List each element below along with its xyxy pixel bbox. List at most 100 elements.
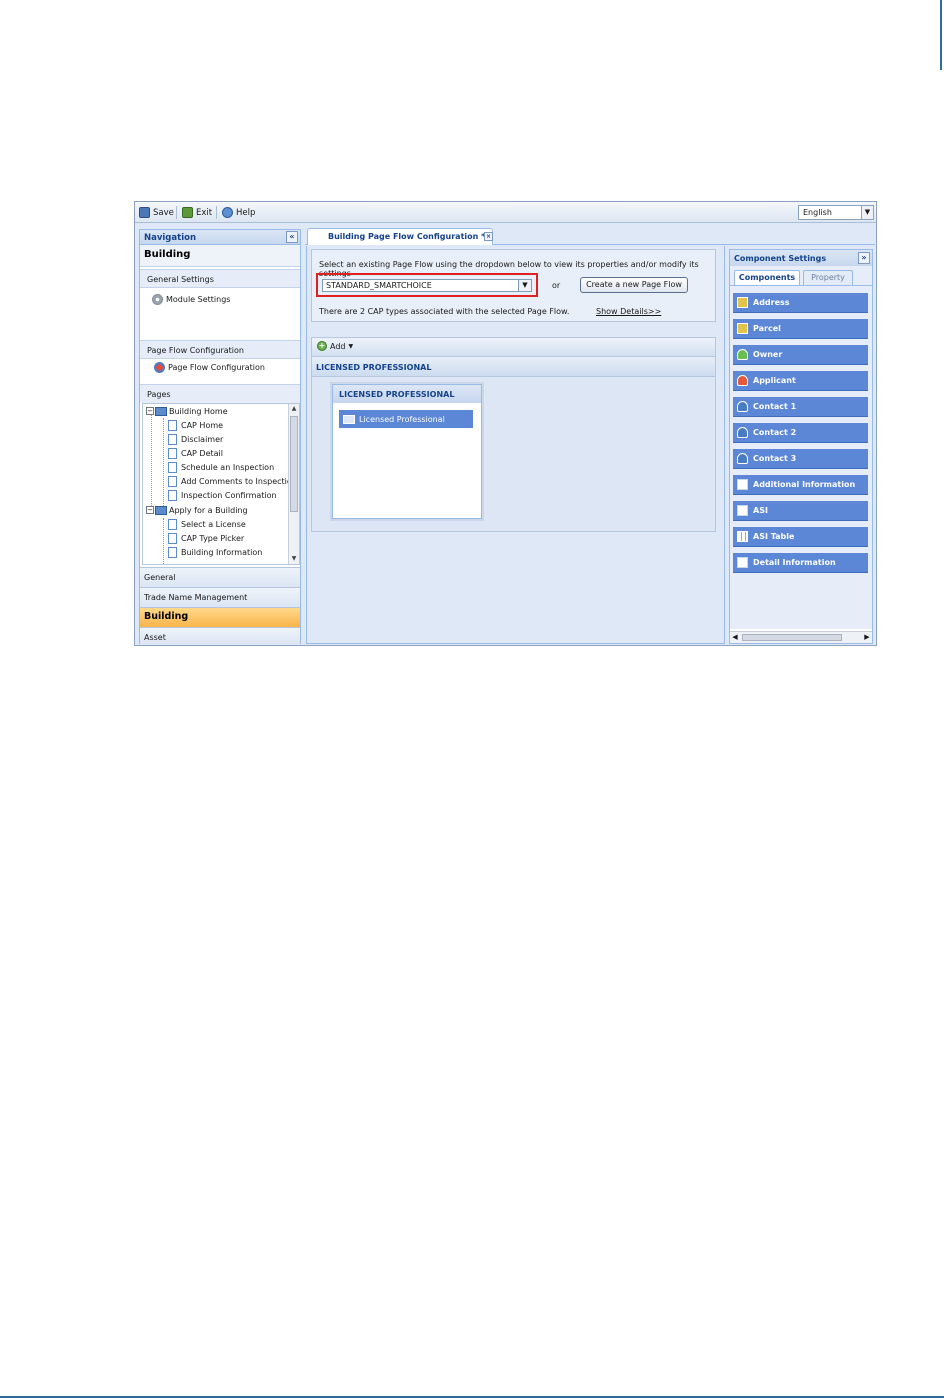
contact-icon xyxy=(737,427,748,438)
pages-section[interactable]: Pages xyxy=(140,384,300,403)
page-flow-configuration-label: Page Flow Configuration xyxy=(168,363,265,372)
tree-label: Select a License xyxy=(181,519,246,529)
tree-label: Disclaimer xyxy=(181,434,224,444)
tab-building-page-flow-configuration[interactable]: Building Page Flow Configuration * × xyxy=(307,228,493,245)
navigation-header: Navigation « xyxy=(140,230,300,245)
tree-scrollbar[interactable]: ▲ ▼ xyxy=(288,404,299,564)
scroll-right-icon[interactable]: ▶ xyxy=(862,632,872,643)
language-value: English xyxy=(803,208,832,217)
chevron-down-icon[interactable]: ▼ xyxy=(518,280,531,291)
page-flow-value: STANDARD_SMARTCHOICE xyxy=(326,281,432,290)
licensed-professional-icon xyxy=(343,414,355,424)
collapse-left-icon[interactable]: « xyxy=(286,231,298,243)
component-owner[interactable]: Owner xyxy=(733,345,868,365)
document-icon xyxy=(737,557,748,568)
scroll-up-icon[interactable]: ▲ xyxy=(289,404,299,414)
exit-icon xyxy=(182,207,193,218)
module-settings-item[interactable]: Module Settings xyxy=(152,294,230,305)
contact-icon xyxy=(737,453,748,464)
licensed-professional-component[interactable]: Licensed Professional xyxy=(339,410,473,428)
component-contact-1[interactable]: Contact 1 xyxy=(733,397,868,417)
save-button[interactable]: Save xyxy=(139,205,174,220)
tree-item-building-information[interactable]: Building Information xyxy=(168,545,262,559)
component-applicant[interactable]: Applicant xyxy=(733,371,868,391)
tree-item-disclaimer[interactable]: Disclaimer xyxy=(168,432,223,446)
pages-tree: − Building Home CAP Home Disclaimer CAP … xyxy=(142,403,300,565)
chevron-down-icon[interactable]: ▼ xyxy=(861,206,873,219)
show-details-link[interactable]: Show Details>> xyxy=(596,307,661,316)
or-text: or xyxy=(552,281,561,290)
component-additional-information[interactable]: Additional Information xyxy=(733,475,868,495)
component-settings-header: Component Settings » xyxy=(730,250,872,266)
component-contact-3[interactable]: Contact 3 xyxy=(733,449,868,469)
collapse-node-icon[interactable]: − xyxy=(146,506,154,514)
tree-connector xyxy=(151,414,152,514)
toolbar-separator xyxy=(216,206,217,219)
help-label: Help xyxy=(236,207,256,218)
tree-folder-apply-building[interactable]: − Apply for a Building xyxy=(146,503,248,517)
accordion-building[interactable]: Building xyxy=(140,607,300,627)
horizontal-scrollbar[interactable]: ◀ ▶ xyxy=(730,631,872,643)
chevron-down-icon: ▼ xyxy=(348,342,354,350)
component-parcel[interactable]: Parcel xyxy=(733,319,868,339)
component-asi[interactable]: ASI xyxy=(733,501,868,521)
tree-connector xyxy=(163,418,164,506)
page-flow-configuration-item[interactable]: Page Flow Configuration xyxy=(154,362,265,373)
accordion-trade-name-management[interactable]: Trade Name Management xyxy=(140,587,300,607)
tab-property[interactable]: Property xyxy=(803,270,853,285)
exit-button[interactable]: Exit xyxy=(182,205,212,220)
component-label: Detail Information xyxy=(753,558,836,567)
language-select[interactable]: English ▼ xyxy=(798,205,874,220)
accordion-asset[interactable]: Asset xyxy=(140,627,300,644)
close-icon[interactable]: × xyxy=(484,232,493,241)
expand-right-icon[interactable]: » xyxy=(858,252,870,264)
contact-icon xyxy=(737,401,748,412)
create-page-flow-button[interactable]: Create a new Page Flow xyxy=(580,277,688,293)
tab-components[interactable]: Components xyxy=(734,270,800,285)
page-icon xyxy=(168,546,177,558)
component-label: Additional Information xyxy=(753,480,856,489)
help-button[interactable]: Help xyxy=(222,205,255,220)
tree-folder-building-home[interactable]: − Building Home xyxy=(146,404,228,418)
tree-label: Add Comments to Inspection xyxy=(181,476,297,486)
page-flow-configuration-section[interactable]: Page Flow Configuration xyxy=(140,340,300,359)
add-label: Add xyxy=(330,341,346,351)
add-button[interactable]: + Add ▼ xyxy=(317,341,353,351)
asi-icon xyxy=(737,505,748,516)
scroll-left-icon[interactable]: ◀ xyxy=(730,632,740,643)
tree-label: Apply for a Building xyxy=(169,505,248,515)
collapse-node-icon[interactable]: − xyxy=(146,407,154,415)
page-flow-dropdown[interactable]: STANDARD_SMARTCHOICE ▼ xyxy=(322,279,532,292)
general-settings-section[interactable]: General Settings xyxy=(140,269,300,288)
tree-item-cap-home[interactable]: CAP Home xyxy=(168,418,223,432)
exit-label: Exit xyxy=(196,207,213,218)
step-card[interactable]: LICENSED PROFESSIONAL Licensed Professio… xyxy=(332,384,482,519)
component-label: ASI Table xyxy=(753,532,795,541)
component-settings-title: Component Settings xyxy=(734,254,827,263)
page-flow-select-panel: Select an existing Page Flow using the d… xyxy=(311,249,716,322)
scroll-thumb[interactable] xyxy=(290,416,298,512)
tree-item-schedule-inspection[interactable]: Schedule an Inspection xyxy=(168,460,274,474)
module-settings-label: Module Settings xyxy=(166,295,231,304)
add-toolbar: + Add ▼ xyxy=(311,337,716,357)
component-contact-2[interactable]: Contact 2 xyxy=(733,423,868,443)
tree-label: CAP Home xyxy=(181,420,224,430)
component-detail-information[interactable]: Detail Information xyxy=(733,553,868,573)
tree-item-select-license[interactable]: Select a License xyxy=(168,517,246,531)
folder-icon xyxy=(155,406,167,416)
accordion-general[interactable]: General xyxy=(140,567,300,587)
scroll-thumb[interactable] xyxy=(742,634,842,641)
cap-types-text: There are 2 CAP types associated with th… xyxy=(319,307,570,316)
component-label: Licensed Professional xyxy=(359,414,445,424)
owner-icon xyxy=(737,349,748,360)
tree-item-cap-detail[interactable]: CAP Detail xyxy=(168,446,223,460)
tree-label: CAP Type Picker xyxy=(181,533,245,543)
navigation-panel: Navigation « Building General Settings M… xyxy=(139,229,301,644)
scroll-down-icon[interactable]: ▼ xyxy=(289,554,299,564)
tab-label: Building Page Flow Configuration * xyxy=(328,232,486,241)
tree-item-add-comments[interactable]: Add Comments to Inspection xyxy=(168,474,297,488)
component-asi-table[interactable]: ASI Table xyxy=(733,527,868,547)
tree-item-inspection-confirmation[interactable]: Inspection Confirmation xyxy=(168,488,277,502)
tree-item-cap-type-picker[interactable]: CAP Type Picker xyxy=(168,531,244,545)
component-address[interactable]: Address xyxy=(733,293,868,313)
